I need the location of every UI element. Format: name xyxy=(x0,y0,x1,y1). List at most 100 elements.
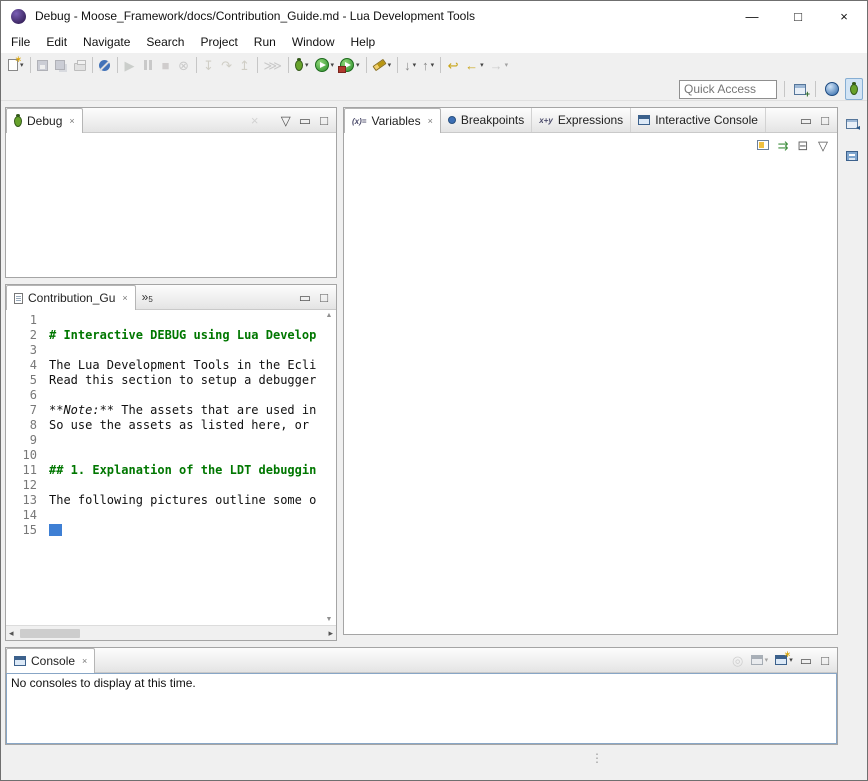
menu-window[interactable]: Window xyxy=(284,33,343,51)
open-console-icon[interactable]: ▾ xyxy=(772,649,796,671)
maximize-icon[interactable]: □ xyxy=(816,649,834,671)
line-number[interactable]: 1 xyxy=(6,313,42,328)
debug-dropdown[interactable]: ▾ xyxy=(305,61,309,69)
editor-horizontal-scrollbar[interactable]: ◂ ▸ xyxy=(6,625,336,640)
tab-close-icon[interactable]: × xyxy=(428,116,433,126)
maximize-icon[interactable]: □ xyxy=(816,109,834,131)
console-view-body[interactable]: No consoles to display at this time. xyxy=(6,673,837,744)
line-number[interactable]: 9 xyxy=(6,433,42,448)
editor-caret xyxy=(49,524,62,536)
external-tools-icon[interactable]: ▾ xyxy=(337,54,363,76)
line-number[interactable]: 6 xyxy=(6,388,42,403)
debug-perspective-button[interactable] xyxy=(845,78,863,100)
view-menu-icon[interactable]: ▽ xyxy=(277,109,295,131)
previous-annotation-dropdown[interactable]: ▾ xyxy=(431,61,435,69)
minimize-icon[interactable]: ▭ xyxy=(296,286,314,308)
quick-access-input[interactable] xyxy=(679,80,777,99)
tab-variables[interactable]: (x)=Variables× xyxy=(344,108,441,133)
back-dropdown[interactable]: ▾ xyxy=(480,61,484,69)
maximize-icon[interactable]: □ xyxy=(315,286,333,308)
menu-run[interactable]: Run xyxy=(246,33,284,51)
debug-view-body[interactable] xyxy=(6,133,336,277)
last-edit-location-icon[interactable]: ↩ xyxy=(444,54,462,76)
watch-expressions-icon[interactable]: ⇉ xyxy=(774,134,792,156)
trim-drag-handle[interactable]: ⋮ xyxy=(591,751,602,765)
minimize-icon[interactable]: ▭ xyxy=(797,649,815,671)
menu-navigate[interactable]: Navigate xyxy=(75,33,138,51)
display-selected-console-dropdown[interactable]: ▾ xyxy=(765,656,769,664)
step-filters-icon: ⋙ xyxy=(261,54,286,76)
maximize-icon[interactable]: □ xyxy=(315,109,333,131)
search-icon[interactable]: ▾ xyxy=(370,54,395,76)
hidden-tab-count: 5 xyxy=(148,295,152,304)
run-icon[interactable]: ▾ xyxy=(312,54,338,76)
minimize-icon[interactable]: ▭ xyxy=(797,109,815,131)
line-code: **Note:** The assets that are used in xyxy=(42,403,322,418)
scroll-right-icon[interactable]: ▸ xyxy=(328,628,333,639)
menu-project[interactable]: Project xyxy=(192,33,245,51)
lua-perspective-button[interactable] xyxy=(822,78,842,100)
next-annotation-icon[interactable]: ↓▾ xyxy=(401,54,419,76)
menu-search[interactable]: Search xyxy=(138,33,192,51)
line-number[interactable]: 12 xyxy=(6,478,42,493)
menu-edit[interactable]: Edit xyxy=(38,33,75,51)
line-number[interactable]: 3 xyxy=(6,343,42,358)
line-number[interactable]: 5 xyxy=(6,373,42,388)
external-tools-dropdown[interactable]: ▾ xyxy=(356,61,360,69)
line-code xyxy=(42,433,322,448)
tab-close-icon[interactable]: × xyxy=(69,116,74,126)
tab-debug[interactable]: Debug × xyxy=(6,108,83,133)
editor-code-area[interactable]: 12# Interactive DEBUG using Lua Develop3… xyxy=(6,310,322,625)
scroll-down-icon[interactable]: ▼ xyxy=(326,616,333,623)
run-dropdown[interactable]: ▾ xyxy=(331,61,335,69)
minimize-button[interactable]: — xyxy=(729,1,775,31)
view-menu-icon[interactable]: ▽ xyxy=(814,134,832,156)
terminate-icon: ■ xyxy=(157,54,175,76)
search-dropdown[interactable]: ▾ xyxy=(388,61,392,69)
scrollbar-thumb[interactable] xyxy=(20,629,80,638)
variables-view-panel: (x)=Variables×Breakpointsx+yExpressions I… xyxy=(343,107,838,635)
menu-file[interactable]: File xyxy=(3,33,38,51)
line-number[interactable]: 4 xyxy=(6,358,42,373)
next-annotation-dropdown[interactable]: ▾ xyxy=(413,61,417,69)
debug-icon[interactable]: ▾ xyxy=(292,54,312,76)
open-perspective-icon[interactable] xyxy=(791,78,809,100)
collapse-all-icon[interactable]: ⊟ xyxy=(794,134,812,156)
tab-close-icon[interactable]: × xyxy=(82,656,87,666)
skip-all-breakpoints-icon[interactable] xyxy=(96,54,114,76)
tab-expressions[interactable]: x+yExpressions xyxy=(532,108,631,132)
editor-tab-overflow-chevron[interactable]: »5 xyxy=(136,285,159,309)
editor-body: 12# Interactive DEBUG using Lua Develop3… xyxy=(6,310,336,640)
previous-annotation-icon[interactable]: ↑▾ xyxy=(419,54,437,76)
console-view-toolbar: ◎▾▾▭□ xyxy=(729,648,837,672)
minimized-view-icon[interactable] xyxy=(843,145,861,167)
line-number[interactable]: 11 xyxy=(6,463,42,478)
line-number[interactable]: 8 xyxy=(6,418,42,433)
scroll-left-icon[interactable]: ◂ xyxy=(9,628,14,639)
forward-dropdown[interactable]: ▾ xyxy=(505,61,509,69)
tab-breakpoints[interactable]: Breakpoints xyxy=(441,108,532,132)
line-number[interactable]: 14 xyxy=(6,508,42,523)
close-button[interactable]: × xyxy=(821,1,867,31)
scroll-up-icon[interactable]: ▲ xyxy=(326,312,333,319)
line-number[interactable]: 13 xyxy=(6,493,42,508)
tab-console[interactable]: Console × xyxy=(6,648,95,673)
restore-minimized-views-icon[interactable] xyxy=(843,113,861,135)
line-number[interactable]: 7 xyxy=(6,403,42,418)
line-number[interactable]: 15 xyxy=(6,523,42,538)
line-number[interactable]: 2 xyxy=(6,328,42,343)
editor-vertical-scrollbar[interactable]: ▲ ▼ xyxy=(322,310,336,625)
show-logical-structure-icon[interactable] xyxy=(754,134,772,156)
tab-label: Interactive Console xyxy=(655,113,758,127)
line-number[interactable]: 10 xyxy=(6,448,42,463)
tab-contribution-guide[interactable]: Contribution_Gu × xyxy=(6,285,136,310)
menu-help[interactable]: Help xyxy=(343,33,384,51)
tab-label: Console xyxy=(31,654,75,668)
tab-interactive-console[interactable]: Interactive Console xyxy=(631,108,766,132)
minimize-icon[interactable]: ▭ xyxy=(296,109,314,131)
back-icon[interactable]: ←▾ xyxy=(462,54,487,76)
maximize-button[interactable]: □ xyxy=(775,1,821,31)
variables-view-body[interactable] xyxy=(344,157,837,634)
new-wizard-icon[interactable]: ▾ xyxy=(5,54,27,76)
tab-close-icon[interactable]: × xyxy=(122,293,127,303)
